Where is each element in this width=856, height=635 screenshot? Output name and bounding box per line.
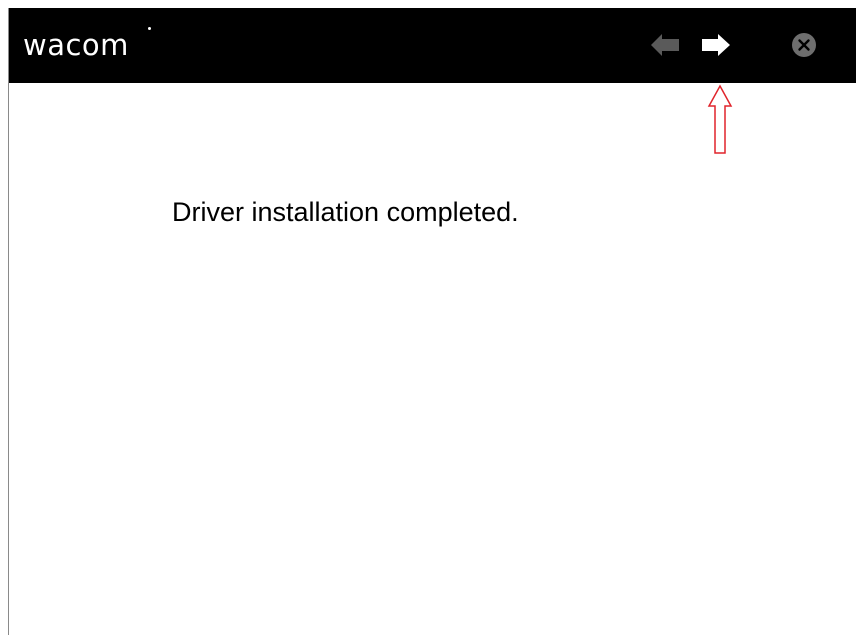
annotation-arrow-icon (707, 84, 733, 156)
logo-trademark-dot (148, 27, 151, 30)
back-button[interactable] (649, 30, 683, 60)
title-bar: wacom (9, 8, 856, 83)
arrow-left-icon (651, 34, 679, 56)
arrow-right-icon (702, 34, 730, 56)
completion-message: Driver installation completed. (172, 197, 519, 227)
close-circle-icon (792, 33, 816, 57)
next-button[interactable] (699, 30, 733, 60)
close-button[interactable] (791, 32, 817, 58)
wacom-logo: wacom (23, 28, 129, 62)
installer-window: wacom Driver installation completed. (8, 8, 856, 635)
